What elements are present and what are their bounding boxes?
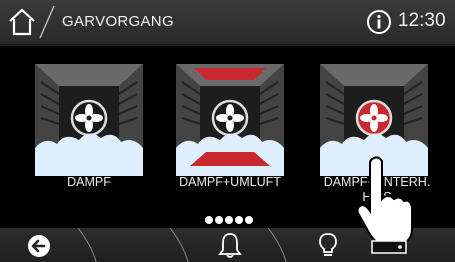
mode-label-dampf: DAMPF	[67, 175, 111, 189]
home-icon[interactable]	[6, 6, 38, 38]
bulb-icon[interactable]	[318, 232, 338, 260]
pagination-dot	[205, 216, 213, 224]
clock: 12:30	[398, 10, 446, 31]
title-divider	[39, 5, 55, 39]
page-title: GARVORGANG	[62, 13, 174, 30]
pagination-dot	[245, 216, 253, 224]
oven-steam-illustration	[35, 64, 143, 176]
bell-icon[interactable]	[218, 231, 242, 259]
pagination-dots	[205, 216, 253, 224]
pagination-dot	[225, 216, 233, 224]
mode-card-dampf[interactable]	[35, 64, 143, 186]
info-icon[interactable]	[366, 9, 392, 35]
pagination-dot	[235, 216, 243, 224]
pointer-hand-icon	[356, 156, 413, 254]
pagination-dot	[215, 216, 223, 224]
top-bar: GARVORGANG 12:30	[0, 0, 455, 46]
mode-card-dampf-umluft[interactable]	[176, 64, 284, 186]
back-icon[interactable]	[27, 234, 51, 258]
mode-label-dampf-umluft: DAMPF+UMLUFT	[179, 175, 281, 189]
oven-steam-convection-illustration	[176, 64, 284, 176]
